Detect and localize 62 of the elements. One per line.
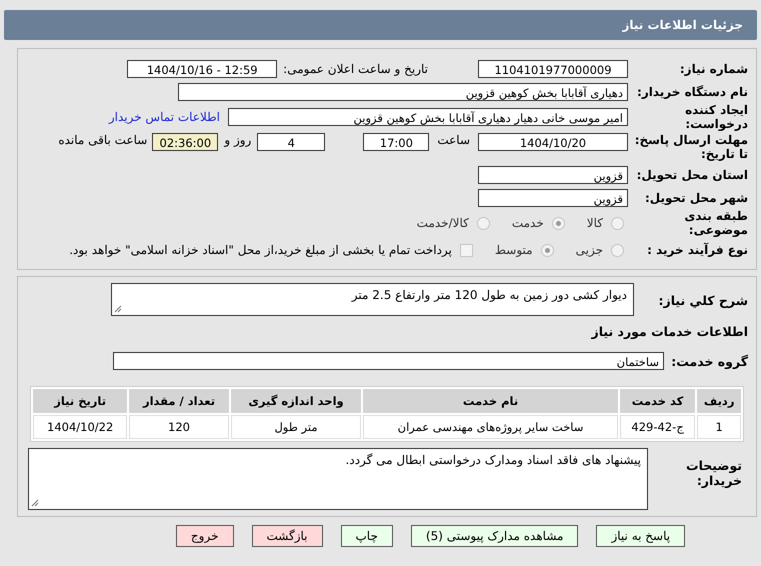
table-cell: 1404/10/22: [33, 415, 128, 439]
remaining-time-field: 02:36:00: [152, 133, 218, 151]
table-cell: 120: [129, 415, 229, 439]
action-button[interactable]: چاپ: [340, 525, 393, 547]
table-cell: متر طول: [230, 415, 362, 439]
page-title: جزئیات اطلاعات نیاز: [622, 18, 743, 32]
radio-label: متوسط: [494, 243, 533, 257]
action-button[interactable]: مشاهده مدارک پیوستی (5): [410, 525, 578, 547]
days-field: 4: [257, 133, 326, 151]
field-label: توضیحات خریدار:: [685, 457, 743, 488]
table-cell: ساخت سایر پروژه‌های مهندسی عمران: [363, 415, 618, 439]
service-group-field: ساختمان: [113, 352, 664, 370]
radio-label: خدمت: [512, 216, 544, 230]
radio-button[interactable]: [476, 216, 490, 230]
field-label: ایجاد کننده درخواست:: [684, 103, 748, 131]
radio-button[interactable]: [611, 244, 624, 256]
column-header: کد خدمت: [620, 389, 696, 413]
field-label: شرح کلي نياز:: [658, 292, 748, 308]
radio-button[interactable]: [552, 216, 565, 230]
field-label: گروه خدمت:: [670, 354, 748, 368]
column-header: نام خدمت: [363, 389, 618, 413]
field-label: استان محل تحویل:: [636, 168, 748, 182]
field-label: شماره نیاز:: [678, 62, 748, 76]
field-label: نام دستگاه خریدار:: [636, 84, 748, 98]
table-cell: ج-42-429: [620, 415, 696, 439]
checkbox[interactable]: [460, 244, 473, 256]
creator-field: امیر موسی خانی دهیار دهیاری آقابابا بخش کوهین قزوین: [228, 108, 628, 126]
announce-date-field: 1404/10/16 - 12:59: [127, 60, 278, 78]
field-label: ساعت باقی مانده: [58, 133, 148, 147]
field-label: روز و: [224, 133, 252, 147]
action-button[interactable]: خروج: [176, 525, 234, 547]
section-heading: اطلاعات خدمات مورد نیاز: [592, 324, 748, 338]
radio-label: جزیی: [576, 243, 603, 257]
deadline-date-field: 1404/10/20: [478, 133, 628, 151]
column-header: واحد اندازه گیری: [230, 389, 362, 413]
column-header: تاریخ نیاز: [33, 389, 128, 413]
field-label: مهلت ارسال پاسخ: تا تاریخ:: [634, 133, 748, 161]
description-field[interactable]: دیوار کشی دور زمین به طول 120 متر وارتفاع 2.5 متر: [111, 283, 634, 316]
action-button[interactable]: بازگشت: [252, 525, 322, 547]
action-button[interactable]: پاسخ به نیاز: [596, 525, 686, 547]
column-header: تعداد / مقدار: [129, 389, 229, 413]
radio-label: کالا/خدمت: [416, 216, 469, 230]
field-label: ساعت: [437, 133, 470, 147]
province-field: قزوین: [478, 166, 628, 184]
column-header: ردیف: [697, 389, 741, 413]
contact-link[interactable]: اطلاعات تماس خریدار: [108, 110, 220, 124]
resize-grip-icon[interactable]: [114, 305, 122, 313]
radio-button[interactable]: [540, 244, 554, 256]
checkbox-label: پرداخت تمام یا بخشی از مبلغ خرید،از محل "اسناد خزانه اسلامی" خواهد بود.: [69, 243, 452, 257]
city-field: قزوین: [478, 188, 628, 206]
deadline-time-field: 17:00: [363, 133, 430, 151]
need-number-field: 1104101977000009: [478, 60, 628, 78]
table-cell: 1: [697, 415, 741, 439]
radio-label: کالا: [586, 216, 603, 230]
notes-field[interactable]: پیشنهاد های فاقد اسناد ومدارک درخواستی ابطال می گردد.: [28, 448, 648, 510]
field-label: تاریخ و ساعت اعلان عمومی:: [283, 62, 428, 76]
field-label: طبقه بندی موضوعی:: [683, 209, 748, 237]
field-label: شهر محل تحویل:: [644, 190, 748, 204]
buyer-field: دهیاری آقابابا بخش کوهین قزوین: [178, 82, 628, 100]
resize-grip-icon[interactable]: [31, 499, 39, 507]
field-label: نوع فرآیند خرید :: [646, 243, 748, 257]
radio-button[interactable]: [611, 216, 624, 230]
